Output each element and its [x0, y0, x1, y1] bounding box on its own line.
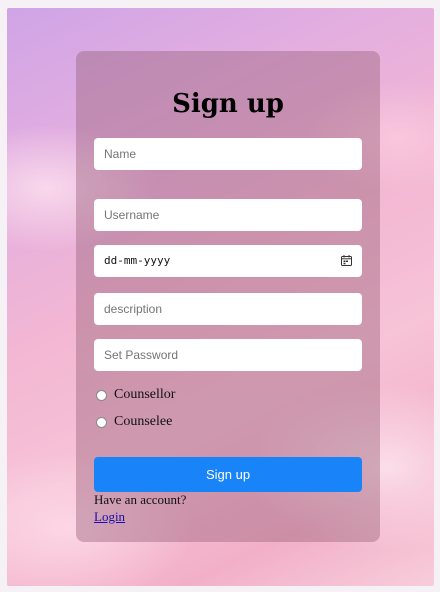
counsellor-label: Counsellor	[114, 387, 176, 402]
calendar-icon[interactable]	[341, 255, 352, 266]
date-input-placeholder: dd-mm-yyyy	[104, 254, 171, 267]
username-input[interactable]	[94, 199, 362, 231]
have-account-text: Have an account?	[94, 492, 187, 507]
date-input[interactable]: dd-mm-yyyy	[94, 245, 362, 277]
signup-button[interactable]: Sign up	[94, 457, 362, 492]
radio-option-counsellor[interactable]: Counsellor	[96, 387, 175, 403]
login-link[interactable]: Login	[94, 509, 125, 525]
password-input[interactable]	[94, 339, 362, 371]
description-input[interactable]	[94, 293, 362, 325]
counsellor-radio[interactable]	[96, 389, 107, 401]
counselee-label: Counselee	[114, 414, 173, 429]
counselee-radio[interactable]	[96, 416, 107, 428]
radio-option-counselee[interactable]: Counselee	[96, 414, 172, 430]
page-title: Sign up	[172, 89, 284, 119]
signup-card: Sign up dd-mm-yyyy Counsellor Counselee …	[76, 51, 380, 542]
name-input[interactable]	[94, 138, 362, 170]
